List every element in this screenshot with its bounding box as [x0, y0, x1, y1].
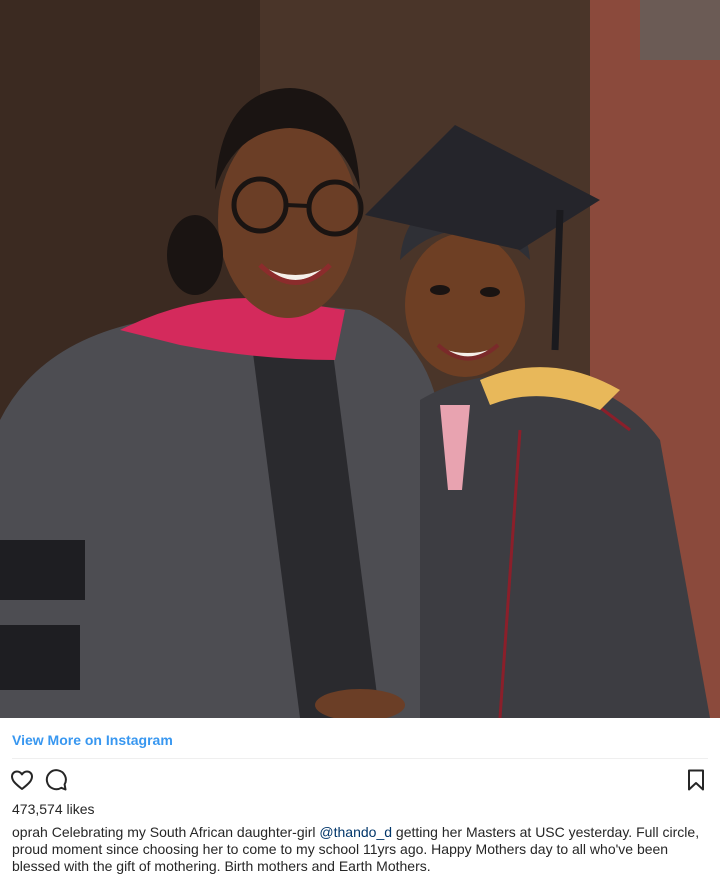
glasses-bridge: [285, 203, 310, 208]
like-button[interactable]: [8, 766, 36, 794]
divider: [12, 758, 708, 759]
instagram-embed: View More on Instagram 473,574 likes opr…: [0, 0, 720, 883]
save-button[interactable]: [682, 766, 710, 794]
eye-right-2: [480, 287, 500, 297]
likes-count: 473,574 likes: [12, 801, 95, 817]
comment-button[interactable]: [42, 766, 70, 794]
cap-tassel: [551, 209, 564, 351]
heart-icon: [11, 770, 33, 790]
sleeve-bar-1: [0, 540, 85, 600]
post-photo[interactable]: [0, 0, 720, 718]
bookmark-icon: [688, 769, 704, 791]
hair-bun-left: [167, 215, 223, 295]
photo-pipe: [640, 0, 720, 60]
caption-mention[interactable]: @thando_d: [319, 824, 392, 840]
caption-username[interactable]: oprah: [12, 824, 48, 840]
post-photo-illustration: [0, 0, 720, 718]
caption: oprah Celebrating my South African daugh…: [12, 824, 708, 875]
sleeve-bar-2: [0, 625, 80, 690]
view-more-on-instagram-link[interactable]: View More on Instagram: [12, 732, 173, 748]
eye-right-1: [430, 285, 450, 295]
caption-text-before: Celebrating my South African daughter-gi…: [51, 824, 316, 840]
action-bar: [0, 766, 720, 794]
comment-icon: [45, 769, 67, 791]
